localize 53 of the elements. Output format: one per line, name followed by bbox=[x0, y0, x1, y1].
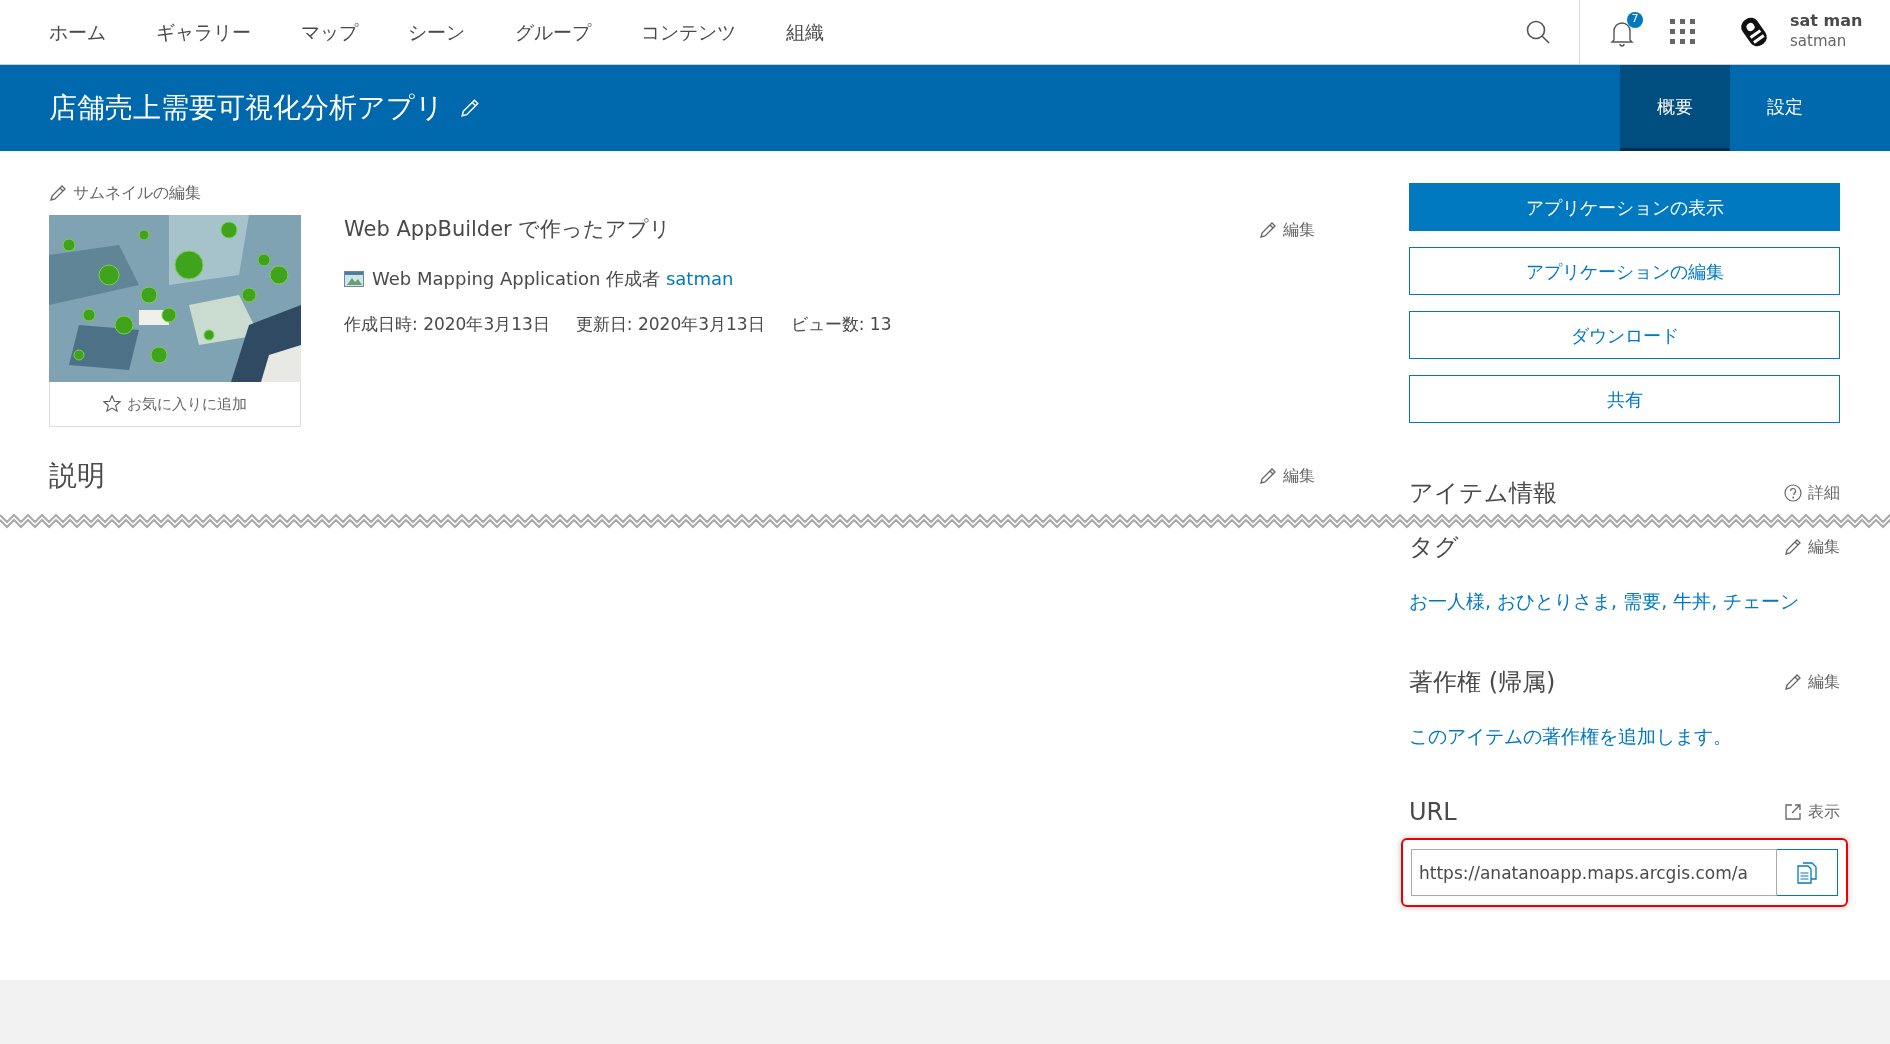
pencil-icon bbox=[1259, 221, 1277, 239]
pencil-icon bbox=[1259, 467, 1277, 485]
action-button[interactable]: アプリケーションの編集 bbox=[1409, 247, 1840, 295]
copy-button[interactable] bbox=[1777, 849, 1838, 896]
created-date: 作成日時: 2020年3月13日 bbox=[344, 313, 550, 336]
section-heading: URL bbox=[1409, 797, 1457, 828]
view-link[interactable]: 表示 bbox=[1784, 800, 1840, 824]
section-heading: 著作権 (帰属) bbox=[1409, 666, 1556, 698]
username: satman bbox=[1790, 31, 1848, 53]
section-heading: 説明 bbox=[49, 458, 105, 494]
search-icon[interactable] bbox=[1525, 19, 1551, 45]
nav-link[interactable]: グループ bbox=[515, 17, 591, 47]
help-icon bbox=[1784, 484, 1802, 502]
copy-icon bbox=[1797, 861, 1817, 884]
add-credits-link[interactable]: このアイテムの著作権を追加します。 bbox=[1409, 721, 1732, 750]
item-type-line: Web Mapping Application 作成者 satman bbox=[372, 267, 734, 291]
action-button[interactable]: アプリケーションの表示 bbox=[1409, 183, 1840, 231]
app-icon bbox=[344, 270, 364, 287]
edit-link[interactable]: 編集 bbox=[1784, 535, 1840, 559]
notification-count: 7 bbox=[1627, 11, 1643, 28]
header-tab[interactable]: 概要 bbox=[1620, 65, 1730, 151]
nav-link[interactable]: 組織 bbox=[786, 17, 824, 47]
edit-link[interactable]: 編集 bbox=[1259, 464, 1315, 488]
url-field[interactable]: https://anatanoapp.maps.arcgis.com/a bbox=[1411, 849, 1777, 896]
section-heading: アイテム情報 bbox=[1409, 478, 1557, 509]
external-link-icon bbox=[1784, 803, 1802, 821]
edit-link[interactable]: 編集 bbox=[1259, 218, 1315, 242]
tag-list[interactable]: お一人様, おひとりさま, 需要, 牛丼, チェーン bbox=[1409, 587, 1840, 616]
view-count: ビュー数: 13 bbox=[790, 313, 892, 336]
nav-link[interactable]: ホーム bbox=[49, 17, 106, 47]
edit-link[interactable]: サムネイルの編集 bbox=[49, 181, 201, 205]
pencil-icon[interactable] bbox=[460, 98, 480, 118]
header-tab[interactable]: 設定 bbox=[1730, 65, 1840, 151]
favorite-button[interactable]: お気に入りに追加 bbox=[49, 382, 301, 427]
page-title: 店舗売上需要可視化分析アプリ bbox=[49, 90, 444, 126]
pencil-icon bbox=[49, 184, 67, 202]
owner-link[interactable]: satman bbox=[665, 268, 734, 289]
pencil-icon bbox=[1784, 672, 1802, 691]
star-icon bbox=[103, 395, 121, 413]
nav-link[interactable]: ギャラリー bbox=[156, 17, 251, 47]
nav-link[interactable]: シーン bbox=[408, 17, 465, 47]
item-summary: Web AppBuilder で作ったアプリ bbox=[344, 216, 672, 244]
modified-date: 更新日: 2020年3月13日 bbox=[575, 313, 765, 336]
nav-link[interactable]: コンテンツ bbox=[641, 17, 736, 47]
section-heading: タグ bbox=[1409, 532, 1459, 563]
action-button[interactable]: ダウンロード bbox=[1409, 311, 1840, 359]
pencil-icon bbox=[1784, 538, 1802, 556]
nav-link[interactable]: マップ bbox=[301, 17, 358, 47]
details-link[interactable]: 詳細 bbox=[1784, 481, 1840, 505]
edit-link[interactable]: 編集 bbox=[1784, 669, 1840, 694]
action-button[interactable]: 共有 bbox=[1409, 375, 1840, 423]
apps-grid-icon[interactable] bbox=[1670, 19, 1696, 45]
user-name[interactable]: sat man bbox=[1790, 11, 1890, 31]
